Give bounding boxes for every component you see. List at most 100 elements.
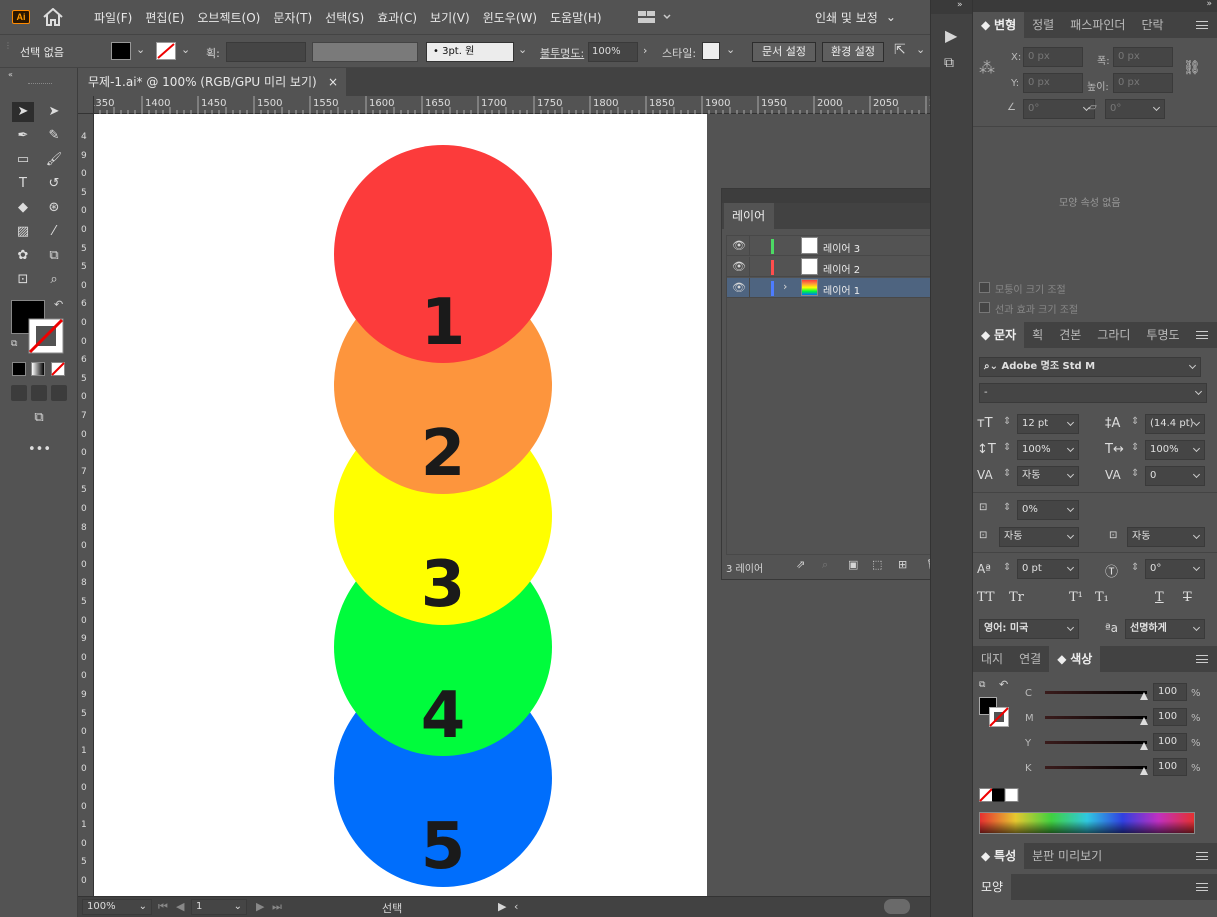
- draw-inside-icon[interactable]: [51, 385, 67, 401]
- channel-slider-track[interactable]: [1045, 716, 1147, 719]
- stepper-icon[interactable]: ⇕: [1131, 442, 1139, 453]
- align-icon[interactable]: ⇱: [894, 42, 906, 58]
- baseline-shift-field[interactable]: 0 pt: [1017, 559, 1079, 579]
- layer-name[interactable]: 레이어 2: [823, 261, 860, 276]
- close-icon[interactable]: ×: [328, 68, 338, 96]
- slider-thumb[interactable]: [1140, 717, 1148, 725]
- status-menu-icon[interactable]: ▶: [498, 900, 506, 913]
- channel-value-field[interactable]: 100: [1153, 683, 1187, 701]
- opacity-label[interactable]: 불투명도:: [540, 45, 584, 61]
- rotate-field[interactable]: 0°: [1023, 99, 1095, 119]
- new-layer-icon[interactable]: ⊞: [898, 558, 907, 571]
- clipping-mask-icon[interactable]: ▣: [848, 558, 858, 571]
- channel-value-field[interactable]: 100: [1153, 758, 1187, 776]
- menu-select[interactable]: 선택(S): [325, 9, 364, 26]
- font-style-field[interactable]: -: [979, 383, 1207, 403]
- document-setup-button[interactable]: 문서 설정: [752, 42, 816, 62]
- vertical-scale-field[interactable]: 100%: [1017, 440, 1079, 460]
- none-mode-icon[interactable]: [51, 362, 65, 376]
- eyedropper-tool-icon[interactable]: ⁄: [43, 222, 65, 242]
- draw-normal-icon[interactable]: [11, 385, 27, 401]
- menu-object[interactable]: 오브젝트(O): [197, 9, 260, 26]
- reference-point-icon[interactable]: ⁂: [979, 58, 995, 77]
- opacity-field[interactable]: 100%: [588, 42, 638, 62]
- horizontal-scale-field[interactable]: 100%: [1145, 440, 1205, 460]
- anti-aliasing-field[interactable]: 선명하게: [1125, 619, 1205, 639]
- gradient-tool-icon[interactable]: ▨: [12, 222, 34, 242]
- eye-icon[interactable]: 👁: [732, 281, 746, 294]
- slider-thumb[interactable]: [1140, 742, 1148, 750]
- strikethrough-button[interactable]: T: [1183, 590, 1203, 605]
- chevron-down-icon[interactable]: ⌄: [518, 43, 527, 56]
- tsume-field[interactable]: 0%: [1017, 500, 1079, 520]
- height-field[interactable]: 0 px: [1113, 73, 1173, 93]
- stepper-icon[interactable]: ⇕: [1003, 416, 1011, 427]
- layer-row[interactable]: 👁 레이어 3: [727, 236, 961, 256]
- chevron-right-icon[interactable]: ›: [643, 44, 647, 57]
- color-mode-icon[interactable]: [12, 362, 26, 376]
- home-icon[interactable]: [42, 8, 64, 26]
- locate-object-icon[interactable]: ⌕: [822, 558, 828, 572]
- stepper-icon[interactable]: ⇕: [1003, 502, 1011, 513]
- subscript-button[interactable]: T₁: [1095, 590, 1155, 605]
- chevron-right-icon[interactable]: ›: [783, 280, 787, 293]
- rotate-tool-icon[interactable]: ↺: [43, 174, 65, 194]
- swap-fill-stroke-icon[interactable]: ↶: [54, 298, 63, 311]
- default-colors-icon[interactable]: ⧉: [11, 339, 17, 349]
- x-field[interactable]: 0 px: [1023, 47, 1083, 67]
- stepper-icon[interactable]: ⇕: [1003, 468, 1011, 479]
- y-field[interactable]: 0 px: [1023, 73, 1083, 93]
- channel-value-field[interactable]: 100: [1153, 708, 1187, 726]
- panel-menu-icon[interactable]: [1196, 655, 1208, 663]
- width-tool-icon[interactable]: ⊛: [43, 198, 65, 218]
- width-field[interactable]: 0 px: [1113, 47, 1173, 67]
- all-caps-button[interactable]: TT: [977, 590, 1009, 605]
- panel-menu-icon[interactable]: [1196, 883, 1208, 891]
- eye-icon[interactable]: 👁: [732, 260, 746, 273]
- tab-transform[interactable]: ◆ 변형: [973, 12, 1025, 38]
- live-paint-icon[interactable]: ⧉: [43, 246, 65, 266]
- tab-paragraph[interactable]: 단락: [1133, 12, 1171, 38]
- layer-name[interactable]: 레이어 1: [823, 282, 860, 297]
- channel-slider-track[interactable]: [1045, 691, 1147, 694]
- blend-tool-icon[interactable]: ✿: [12, 246, 34, 266]
- aki-right-field[interactable]: 자동: [1127, 527, 1205, 547]
- swap-fill-stroke-icon[interactable]: ↶: [999, 678, 1008, 691]
- stroke-color-box[interactable]: [28, 318, 64, 354]
- more-tools-icon[interactable]: •••: [28, 440, 51, 460]
- menu-type[interactable]: 문자(T): [273, 9, 312, 26]
- paintbrush-tool-icon[interactable]: 🖌: [43, 150, 65, 170]
- scale-strokes-checkbox[interactable]: [979, 302, 990, 313]
- color-stroke-box[interactable]: [989, 707, 1009, 727]
- artboard-tool-icon[interactable]: ⊡: [12, 270, 34, 290]
- tab-artboards[interactable]: 대지: [973, 646, 1011, 672]
- arrange-documents-icon[interactable]: [636, 9, 678, 25]
- channel-value-field[interactable]: 100: [1153, 733, 1187, 751]
- tab-appearance[interactable]: 모양: [973, 874, 1012, 900]
- gradient-mode-icon[interactable]: [31, 362, 45, 376]
- tracking-field[interactable]: 0: [1145, 466, 1205, 486]
- menu-file[interactable]: 파일(F): [94, 9, 132, 26]
- language-field[interactable]: 영어: 미국: [979, 619, 1079, 639]
- horizontal-scrollbar-thumb[interactable]: [884, 899, 910, 914]
- channel-slider-track[interactable]: [1045, 766, 1147, 769]
- superscript-button[interactable]: T¹: [1069, 590, 1095, 605]
- document-tab[interactable]: 무제-1.ai* @ 100% (RGB/GPU 미리 보기) ×: [78, 68, 346, 96]
- tab-pathfinder[interactable]: 패스파인더: [1062, 12, 1133, 38]
- artboards-panel-icon[interactable]: ⧉: [944, 55, 954, 71]
- layer-name[interactable]: 레이어 3: [823, 240, 860, 255]
- eraser-tool-icon[interactable]: ◆: [12, 198, 34, 218]
- panel-menu-icon[interactable]: [1196, 852, 1208, 860]
- tab-layers[interactable]: 레이어: [724, 203, 774, 229]
- menu-edit[interactable]: 편집(E): [145, 9, 184, 26]
- channel-slider-track[interactable]: [1045, 741, 1147, 744]
- eye-icon[interactable]: 👁: [732, 239, 746, 252]
- artboard[interactable]: 1 2 3 4 5: [94, 114, 707, 896]
- layer-row[interactable]: 👁 레이어 2: [727, 257, 961, 277]
- panel-menu-icon[interactable]: [1196, 331, 1208, 339]
- pen-tool-icon[interactable]: ✒: [12, 126, 34, 146]
- next-page-icon[interactable]: ▶: [256, 900, 264, 913]
- tab-gradient[interactable]: 그라디: [1089, 322, 1138, 348]
- zoom-field[interactable]: 100% ⌄: [82, 899, 152, 915]
- expand-icon[interactable]: »: [957, 0, 963, 10]
